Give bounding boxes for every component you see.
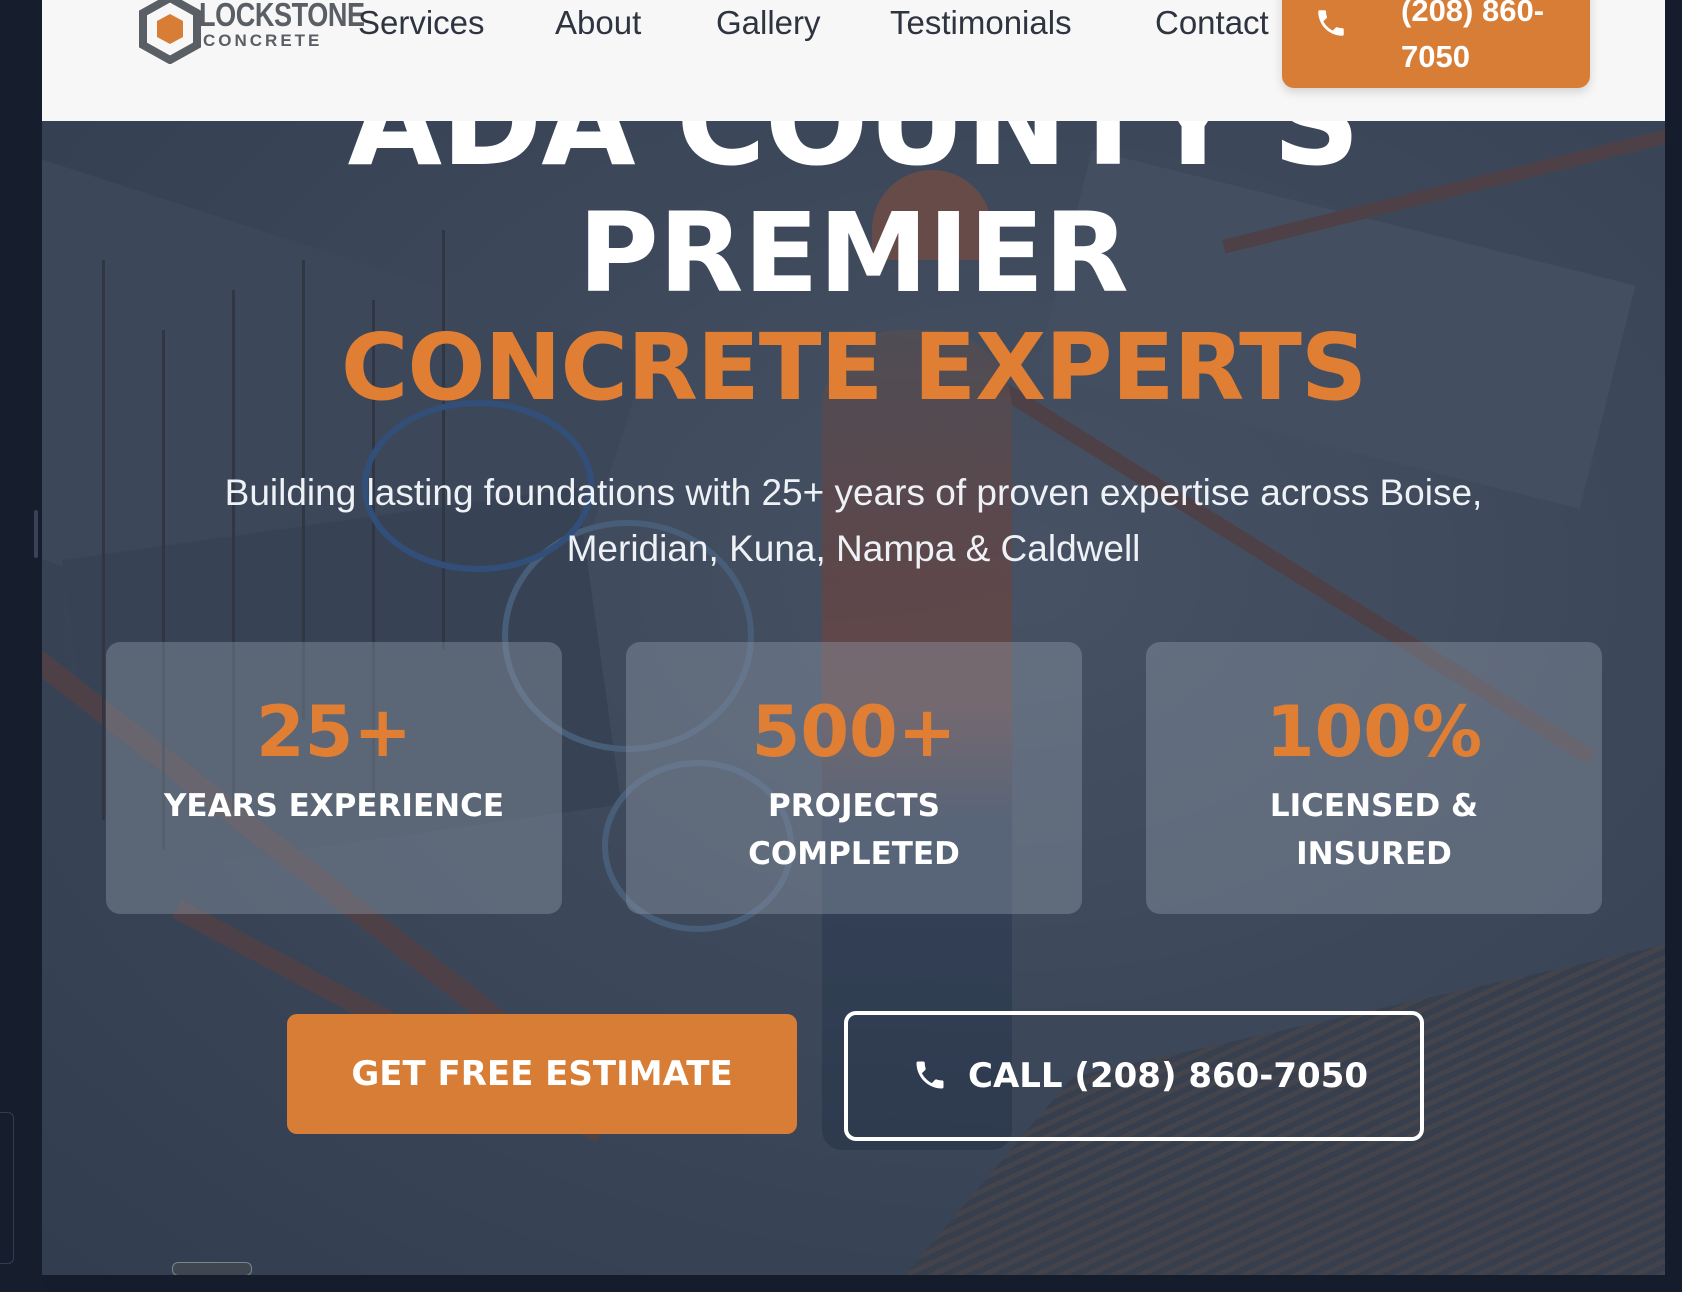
hero-heading-line-2: PREMIER (578, 189, 1129, 317)
stat-value: 25+ (255, 691, 413, 773)
stat-label: LICENSED & INSURED (1269, 788, 1479, 872)
phone-icon (1318, 10, 1344, 36)
resize-grip[interactable] (34, 510, 38, 558)
scroll-indicator[interactable] (172, 1262, 252, 1275)
nav-link-contact[interactable]: Contact (1155, 4, 1269, 42)
site-logo[interactable]: LOCKSTONE CONCRETE (137, 0, 387, 66)
stat-card-licensed: 100% LICENSED & INSURED (1146, 642, 1602, 914)
stat-value: 100% (1265, 691, 1483, 773)
stat-card-years: 25+ YEARS EXPERIENCE (106, 642, 562, 914)
nav-link-gallery[interactable]: Gallery (716, 4, 821, 42)
hero-heading-line-3: CONCRETE EXPERTS (340, 314, 1367, 421)
header-phone-number: (208) 860-7050 (1401, 0, 1545, 74)
nav-link-about[interactable]: About (555, 4, 641, 42)
browser-viewport: ADA COUNTY'S LOCKSTONE CONCRETE Services… (42, 0, 1665, 1275)
logo-wordmark: LOCKSTONE (199, 0, 365, 33)
nav-link-services[interactable]: Services (358, 4, 485, 42)
phone-icon (916, 1061, 944, 1089)
header-phone-button[interactable]: (208) 860-7050 (1282, 0, 1590, 88)
stat-label: PROJECTS COMPLETED (748, 788, 960, 872)
logo-tagline: CONCRETE (203, 31, 323, 50)
get-free-estimate-button[interactable]: GET FREE ESTIMATE (287, 1014, 797, 1134)
stat-label: YEARS EXPERIENCE (163, 788, 505, 824)
site-header: LOCKSTONE CONCRETE Services About Galler… (42, 0, 1665, 121)
call-button-label: CALL (208) 860-7050 (968, 1056, 1369, 1096)
hexagon-logo-icon (139, 0, 201, 64)
nav-link-testimonials[interactable]: Testimonials (890, 4, 1072, 42)
stat-card-projects: 500+ PROJECTS COMPLETED (626, 642, 1082, 914)
call-phone-button[interactable]: CALL (208) 860-7050 (844, 1011, 1424, 1141)
hero-subtitle: Building lasting foundations with 25+ ye… (224, 472, 1483, 569)
stat-value: 500+ (751, 691, 957, 773)
side-tab[interactable] (0, 1112, 14, 1264)
left-window-strip (0, 0, 42, 1292)
